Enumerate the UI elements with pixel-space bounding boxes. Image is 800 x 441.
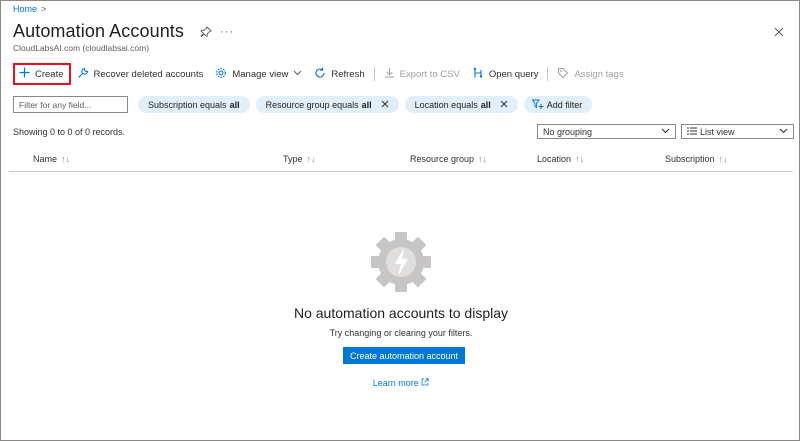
filter-row: Filter for any field... Subscription equ…: [13, 96, 593, 113]
sort-icon: ↑↓: [61, 154, 71, 164]
sort-icon: ↑↓: [575, 154, 585, 164]
download-icon: [384, 67, 395, 81]
filter-search-input[interactable]: Filter for any field...: [13, 96, 128, 113]
manage-view-label: Manage view: [232, 68, 289, 80]
column-header-type[interactable]: Type ↑↓: [283, 154, 316, 164]
external-link-icon: [421, 378, 429, 388]
assign-tags-label: Assign tags: [574, 68, 624, 80]
sort-icon: ↑↓: [718, 154, 728, 164]
add-filter-label: Add filter: [546, 99, 583, 110]
automation-accounts-blade: Home > Automation Accounts ··· CloudLabs…: [0, 0, 800, 441]
grouping-dropdown[interactable]: No grouping: [537, 124, 676, 139]
learn-more-label: Learn more: [372, 378, 419, 388]
subscription-filter-pill[interactable]: Subscription equals all: [138, 96, 250, 113]
export-csv-button[interactable]: Export to CSV: [378, 63, 466, 85]
filter-placeholder: Filter for any field...: [19, 99, 92, 110]
recover-deleted-accounts-button[interactable]: Recover deleted accounts: [71, 63, 210, 85]
chevron-down-icon: [293, 68, 302, 80]
learn-more-link[interactable]: Learn more: [1, 378, 800, 388]
toolbar-divider: [547, 67, 549, 81]
pill-value: all: [361, 99, 372, 110]
resource-group-filter-pill[interactable]: Resource group equals all: [255, 96, 399, 113]
pill-value: all: [480, 99, 491, 110]
view-dropdown[interactable]: List view: [681, 124, 794, 139]
remove-filter-icon[interactable]: [381, 100, 389, 110]
close-icon[interactable]: [773, 26, 785, 38]
breadcrumb: Home >: [13, 4, 46, 14]
toolbar-divider: [373, 67, 375, 81]
open-query-button[interactable]: Open query: [466, 63, 545, 85]
sort-icon: ↑↓: [478, 154, 488, 164]
create-button[interactable]: Create: [13, 63, 71, 85]
pill-label: Resource group equals: [265, 99, 359, 110]
wrench-icon: [77, 67, 89, 82]
breadcrumb-separator: >: [41, 4, 47, 14]
column-label: Location: [537, 154, 572, 164]
add-filter-icon: [531, 99, 544, 111]
sort-icon: ↑↓: [306, 154, 316, 164]
column-label: Subscription: [665, 154, 715, 164]
location-filter-pill[interactable]: Location equals all: [404, 96, 518, 113]
chevron-down-icon: [661, 126, 670, 137]
column-header-location[interactable]: Location ↑↓: [537, 154, 584, 164]
add-filter-button[interactable]: Add filter: [523, 96, 593, 113]
view-value-wrap: List view: [687, 127, 735, 137]
column-header-resource-group[interactable]: Resource group ↑↓: [410, 154, 487, 164]
column-header-subscription[interactable]: Subscription ↑↓: [665, 154, 728, 164]
manage-view-button[interactable]: Manage view: [209, 63, 308, 85]
pill-value: all: [229, 99, 240, 110]
remove-filter-icon[interactable]: [500, 100, 508, 110]
chevron-down-icon: [779, 126, 788, 137]
export-csv-label: Export to CSV: [399, 68, 460, 80]
command-bar: Create Recover deleted accounts Manage v…: [13, 63, 630, 85]
more-options-icon[interactable]: ···: [220, 26, 234, 38]
pin-icon[interactable]: [200, 25, 212, 38]
column-label: Type: [283, 154, 303, 164]
column-header-name[interactable]: Name ↑↓: [33, 154, 70, 164]
column-label: Resource group: [410, 154, 475, 164]
plus-icon: [19, 67, 30, 81]
empty-state-title: No automation accounts to display: [293, 305, 508, 321]
column-label: Name: [33, 154, 58, 164]
table-header: Name ↑↓ Type ↑↓ Resource group ↑↓ Locati…: [9, 147, 793, 172]
page-title: Automation Accounts: [13, 21, 185, 41]
directory-subtitle: CloudLabsAI.com (cloudlabsai.com): [13, 43, 150, 53]
record-count: Showing 0 to 0 of 0 records.: [13, 127, 126, 137]
breadcrumb-home-link[interactable]: Home: [13, 4, 37, 14]
create-automation-account-button[interactable]: Create automation account: [343, 347, 465, 364]
automation-gear-icon: [369, 230, 433, 294]
create-label: Create: [35, 68, 64, 80]
open-query-label: Open query: [488, 68, 539, 80]
tag-icon: [557, 67, 569, 82]
refresh-button[interactable]: Refresh: [308, 63, 370, 85]
refresh-icon: [314, 67, 326, 82]
title-row: Automation Accounts ···: [13, 21, 234, 42]
query-icon: [472, 67, 484, 82]
empty-state-subtitle: Try changing or clearing your filters.: [329, 328, 473, 338]
assign-tags-button[interactable]: Assign tags: [551, 63, 629, 85]
grouping-value: No grouping: [543, 126, 593, 137]
pill-label: Location equals: [414, 99, 478, 110]
recover-label: Recover deleted accounts: [93, 68, 204, 80]
refresh-label: Refresh: [331, 68, 365, 80]
view-value: List view: [700, 126, 735, 137]
pill-label: Subscription equals: [148, 99, 227, 110]
list-view-icon: [687, 127, 697, 137]
gear-icon: [215, 67, 227, 82]
